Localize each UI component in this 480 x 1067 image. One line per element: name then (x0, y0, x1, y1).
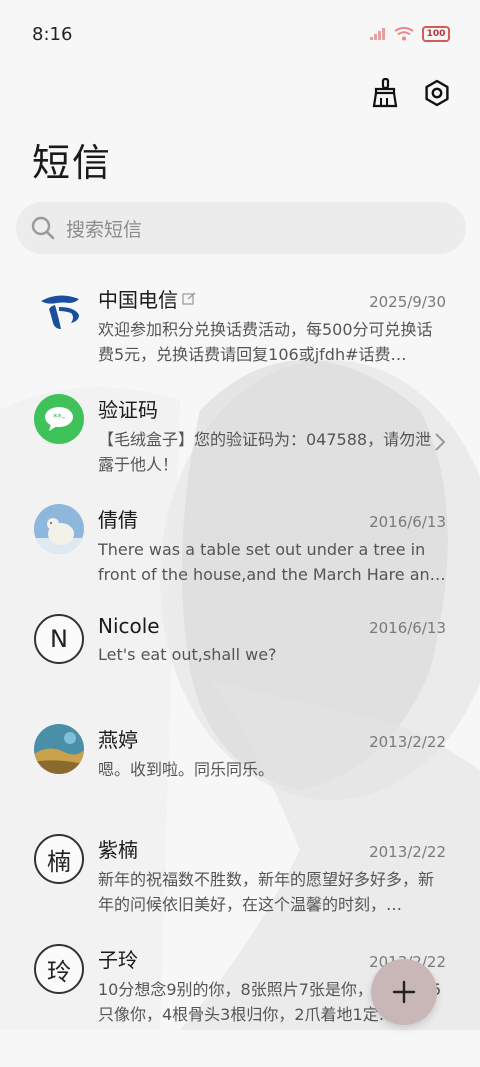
conversation-row[interactable]: 中国电信 2025/9/30 欢迎参加积分兑换话费活动，每500分可兑换话费5元… (0, 270, 480, 380)
message-date: 2016/6/13 (369, 619, 446, 637)
gear-icon (425, 79, 449, 107)
conversation-row[interactable]: 燕婷 2013/2/22 嗯。收到啦。同乐同乐。 (0, 710, 480, 820)
avatar: 玲 (34, 944, 84, 994)
message-preview: 新年的祝福数不胜数，新年的愿望好多好多，新年的问候依旧美好，在这个温馨的时刻，… (98, 870, 435, 914)
message-date: 2025/9/30 (369, 293, 446, 311)
wifi-icon (394, 27, 414, 41)
row-header: 燕婷 2013/2/22 (98, 710, 446, 753)
contact-name: Nicole (98, 614, 160, 638)
avatar (34, 284, 84, 334)
conversation-row[interactable]: **- 验证码 【毛绒盒子】您的验证码为：047588，请勿泄露于他人！ (0, 380, 480, 490)
message-date: 2016/6/13 (369, 513, 446, 531)
contact-name: 中国电信 (98, 288, 178, 312)
avatar: 楠 (34, 834, 84, 884)
status-icons: 100 (370, 26, 450, 42)
top-actions (368, 76, 454, 110)
svg-text:**-: **- (53, 413, 65, 423)
row-header: 中国电信 2025/9/30 (98, 270, 446, 313)
avatar (34, 724, 84, 774)
message-preview: 嗯。收到啦。同乐同乐。 (98, 760, 275, 779)
page-title: 短信 (32, 141, 113, 185)
china-telecom-logo (41, 295, 79, 329)
avatar (34, 504, 84, 554)
contact-name: 倩倩 (98, 508, 138, 532)
status-bar: 8:16 100 (0, 0, 480, 68)
row-header: 紫楠 2013/2/22 (98, 820, 446, 863)
message-preview: 欢迎参加积分兑换话费活动，每500分可兑换话费5元，兑换话费请回复106或jfd… (98, 320, 433, 364)
chevron-right-icon (435, 433, 446, 451)
search-input[interactable]: 搜索短信 (16, 202, 466, 254)
clean-button[interactable] (368, 76, 402, 110)
message-preview: 【毛绒盒子】您的验证码为：047588，请勿泄露于他人！ (98, 430, 432, 474)
signal-icon (370, 28, 385, 40)
avatar: N (34, 614, 84, 664)
contact-name-wrap: 中国电信 (98, 284, 196, 313)
message-preview: Let's eat out,shall we? (98, 645, 277, 664)
battery-icon: 100 (422, 26, 450, 42)
avatar: **- (34, 394, 84, 444)
settings-button[interactable] (420, 76, 454, 110)
search-placeholder: 搜索短信 (66, 218, 143, 241)
status-time: 8:16 (32, 23, 73, 45)
message-date: 2013/2/22 (369, 733, 446, 751)
contact-name: 子玲 (98, 948, 138, 972)
contact-name: 燕婷 (98, 728, 138, 752)
message-bubble-icon: **- (45, 407, 73, 431)
landscape-photo (34, 724, 84, 774)
contact-name: 紫楠 (98, 838, 138, 862)
message-date: 2013/2/22 (369, 843, 446, 861)
broom-icon (372, 78, 398, 108)
conversation-list: 中国电信 2025/9/30 欢迎参加积分兑换话费活动，每500分可兑换话费5元… (0, 270, 480, 1040)
plus-icon (392, 980, 416, 1004)
contact-name: 验证码 (98, 398, 158, 422)
conversation-row[interactable]: 楠 紫楠 2013/2/22 新年的祝福数不胜数，新年的愿望好多好多，新年的问候… (0, 820, 480, 930)
new-message-button[interactable] (371, 959, 437, 1025)
conversation-row[interactable]: 倩倩 2016/6/13 There was a table set out u… (0, 490, 480, 600)
edit-badge-icon (182, 292, 196, 305)
polar-bear-photo (34, 504, 84, 554)
row-header: Nicole 2016/6/13 (98, 600, 446, 638)
row-header: 倩倩 2016/6/13 (98, 490, 446, 533)
message-preview: There was a table set out under a tree i… (98, 540, 446, 584)
search-icon (31, 216, 55, 240)
row-header: 验证码 (98, 380, 446, 423)
conversation-row[interactable]: N Nicole 2016/6/13 Let's eat out,shall w… (0, 600, 480, 710)
